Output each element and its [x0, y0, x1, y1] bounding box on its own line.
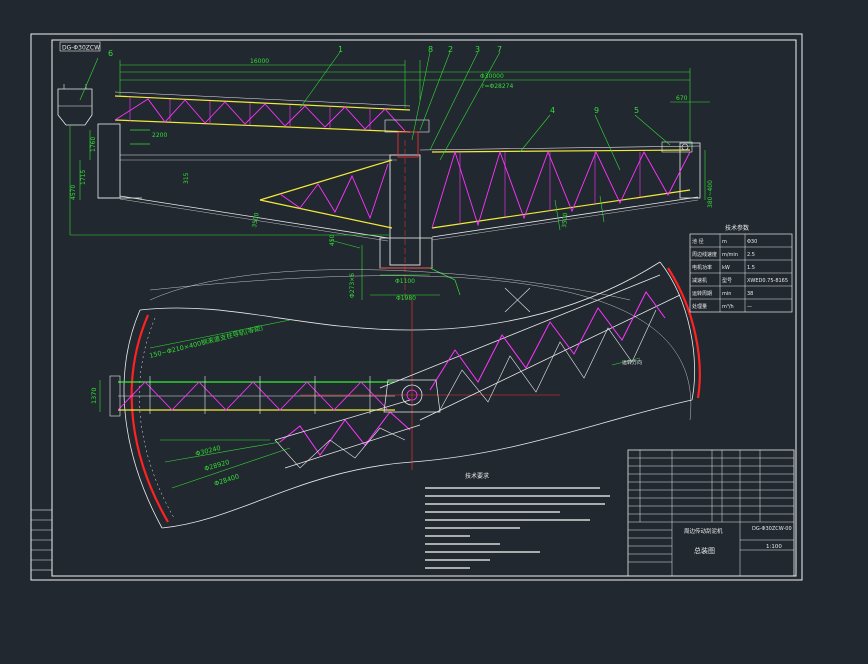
- scum-hopper: [57, 88, 93, 126]
- spec-cell: 减速机: [692, 277, 707, 284]
- dim-diameter-outer: Φ30000: [480, 73, 504, 80]
- callout-7: 7: [497, 45, 502, 54]
- spec-cell: m³/h: [722, 304, 734, 310]
- drawing-tag: DG-Φ30ZCW: [62, 45, 100, 52]
- dim-h-left-1: 1760: [90, 137, 97, 152]
- plan-lane-label: 150~Φ210×400钢滚道支柱导轨(等距): [148, 323, 264, 360]
- plan-arm-web: [429, 291, 666, 391]
- dim-plan-width: 1370: [90, 387, 98, 404]
- plan-radius-3: Φ28400: [213, 472, 240, 488]
- notes-title: 技术要求: [465, 472, 489, 480]
- callout-2: 2: [448, 45, 453, 54]
- left-truss-web: [279, 163, 389, 220]
- spec-cell: 池 径: [692, 238, 704, 245]
- revision-block: [30, 509, 53, 571]
- dim-h-left-3: 4570: [70, 185, 77, 200]
- dim-span: 16000: [250, 58, 269, 65]
- spec-cell: 电机功率: [692, 264, 712, 271]
- spec-cell: 处理量: [692, 303, 707, 310]
- spec-cell: —: [747, 304, 752, 310]
- plan-radius-2: Φ28920: [203, 458, 230, 473]
- spec-cell: 38: [747, 291, 753, 297]
- dim-slope-2: 3500: [561, 212, 569, 228]
- elevation-view: [57, 51, 710, 300]
- cad-drawing: DG-Φ30ZCW 16000 Φ30000 r=Φ28274 670 2200…: [30, 33, 803, 581]
- callout-3: 3: [475, 45, 480, 54]
- callout-5: 5: [634, 106, 639, 115]
- dim-low-pipe: Φ273×6: [349, 273, 356, 298]
- spec-cell: 1.5: [747, 265, 755, 271]
- dim-bottom-2: Φ1980: [396, 295, 416, 302]
- spec-cell: kW: [722, 265, 730, 271]
- dim-h-mid: 2200: [152, 132, 167, 139]
- title-code: DG-Φ30ZCW-00: [752, 526, 792, 532]
- rail-arc-left: [130, 314, 169, 523]
- callout-4: 4: [550, 106, 555, 115]
- spec-cell: XWED0.75-8165: [747, 278, 788, 284]
- dim-v-mid: 315: [183, 172, 190, 184]
- dim-h-left-2: 1715: [80, 170, 87, 185]
- dim-slope: 3500: [251, 212, 261, 228]
- rail-arc-right: [667, 267, 701, 399]
- spec-title: 技术参数: [725, 224, 749, 232]
- spec-cell: 周边线速度: [692, 251, 717, 258]
- rotation-direction-label: 运转方向: [622, 359, 642, 366]
- dim-diameter-inner: r=Φ28274: [482, 83, 513, 90]
- dim-r-bottom: 380~400: [707, 180, 714, 208]
- title-name: 周边传动刮泥机: [684, 527, 723, 535]
- callout-1: 1: [338, 45, 343, 54]
- spec-cell: 2.5: [747, 252, 755, 258]
- title-block: 周边传动刮泥机 总装图 1:100 DG-Φ30ZCW-00: [627, 449, 795, 577]
- spec-cell: min: [722, 291, 731, 297]
- spec-cell: m/min: [722, 252, 738, 258]
- title-scale: 1:100: [766, 544, 782, 550]
- title-sheet: 总装图: [694, 546, 715, 555]
- notes-lines: [425, 487, 610, 569]
- callout-6: 6: [108, 49, 113, 58]
- spec-cell: m: [722, 239, 727, 245]
- spec-cell: 运转周期: [692, 290, 712, 297]
- callout-8: 8: [428, 45, 433, 54]
- spec-cell: Φ30: [747, 239, 757, 245]
- plan-radius-1: Φ30240: [195, 444, 222, 458]
- dim-low-depth: 450: [329, 234, 336, 246]
- dim-right-top: 670: [676, 95, 688, 102]
- spec-cell: 型号: [722, 277, 732, 284]
- callout-9: 9: [594, 106, 599, 115]
- dim-bottom-1: Φ1100: [395, 278, 415, 285]
